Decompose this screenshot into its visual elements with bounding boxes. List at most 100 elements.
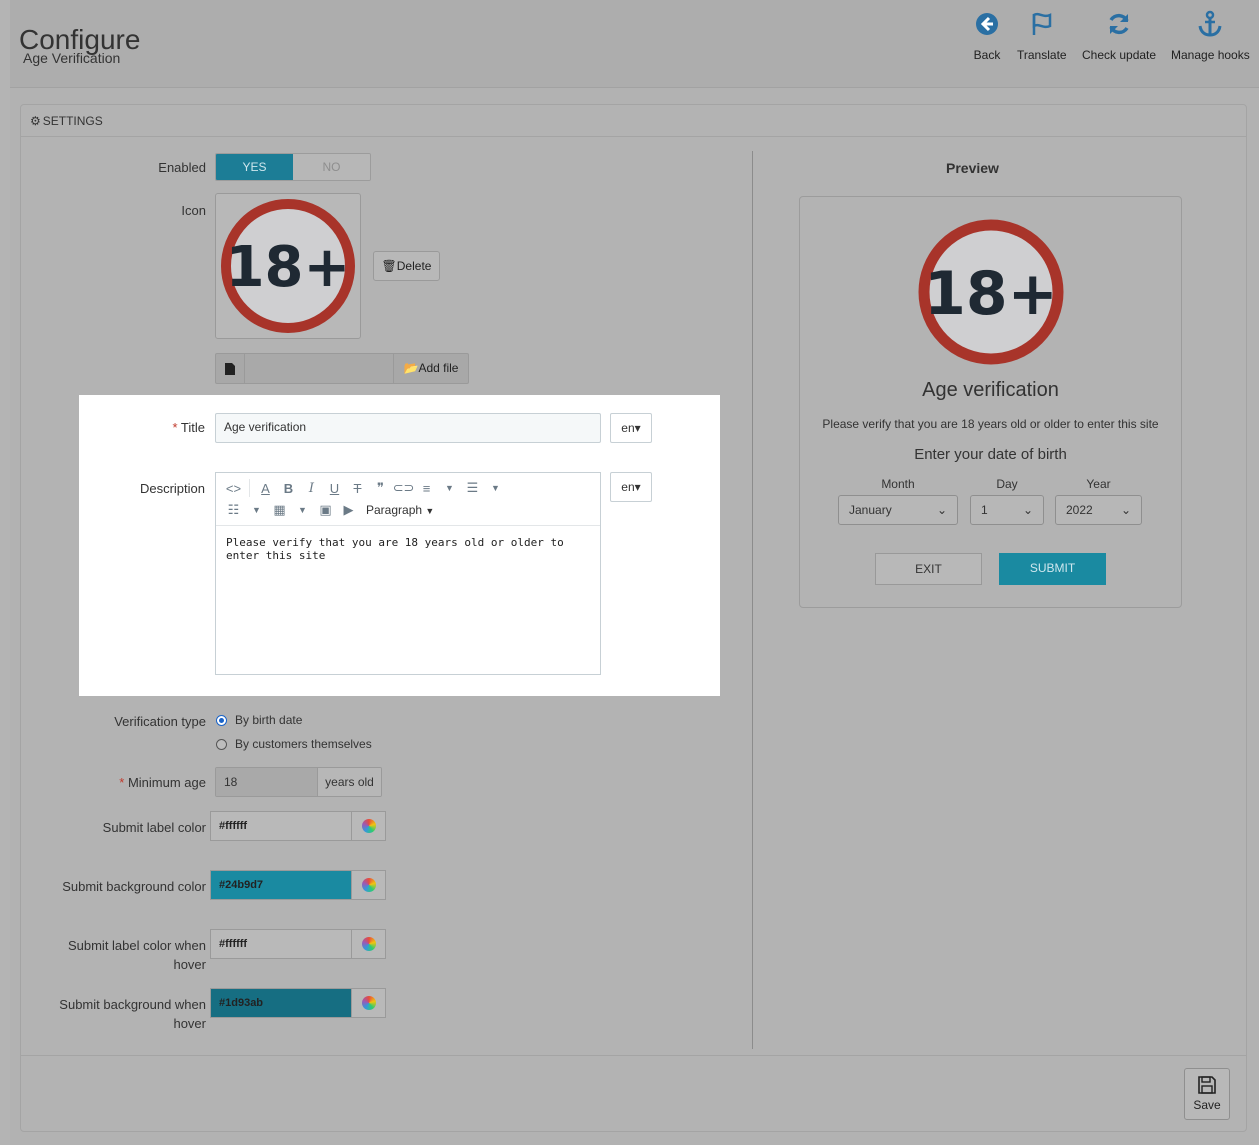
- preview-card: 18+ Age verification Please verify that …: [799, 196, 1182, 608]
- day-label: Day: [996, 477, 1018, 491]
- save-icon: [1198, 1076, 1216, 1094]
- minimum-age-addon: years old: [317, 768, 381, 796]
- day-select[interactable]: 1 ⌄: [970, 495, 1044, 525]
- verification-option-customers[interactable]: By customers themselves: [216, 737, 372, 751]
- media-icon[interactable]: ▶: [337, 502, 360, 518]
- description-content[interactable]: Please verify that you are 18 years old …: [216, 526, 600, 572]
- numbered-list-icon[interactable]: ☷: [222, 502, 245, 518]
- code-view-icon[interactable]: <>: [222, 481, 245, 496]
- color-wheel-icon: [361, 819, 376, 833]
- translate-button[interactable]: Translate: [1017, 10, 1067, 62]
- format-select[interactable]: Paragraph ▼: [366, 503, 434, 517]
- icon-preview: 18+: [215, 193, 361, 339]
- title-input[interactable]: Age verification: [215, 413, 601, 443]
- verification-option-birth-date[interactable]: By birth date: [216, 713, 302, 727]
- manage-hooks-button[interactable]: Manage hooks: [1171, 10, 1250, 62]
- italic-icon[interactable]: I: [300, 481, 323, 496]
- month-value: January: [849, 503, 892, 517]
- format-dropdown-icon: ▼: [425, 506, 435, 516]
- file-icon: [216, 354, 245, 383]
- month-label: Month: [881, 477, 915, 491]
- page-subtitle: Age Verification: [23, 50, 121, 66]
- back-button[interactable]: Back: [973, 10, 1001, 62]
- year-label: Year: [1086, 477, 1111, 491]
- minimum-age-label: * Minimum age: [119, 775, 206, 790]
- link-icon[interactable]: ⊂⊃: [392, 480, 415, 496]
- enabled-no-option[interactable]: NO: [293, 154, 370, 180]
- preview-age-badge-icon: 18+: [918, 219, 1064, 365]
- year-select[interactable]: 2022 ⌄: [1055, 495, 1142, 525]
- submit-bg-hover-input: #1d93ab: [210, 988, 386, 1018]
- bold-icon[interactable]: B: [277, 481, 300, 496]
- month-select[interactable]: January ⌄: [838, 495, 958, 525]
- delete-icon-button[interactable]: 🗑Delete: [373, 251, 440, 281]
- add-file-button[interactable]: 📂Add file: [394, 354, 468, 383]
- submit-label-color-label: Submit label color: [102, 820, 206, 835]
- age-18-badge-icon: 18+: [221, 199, 355, 333]
- back-icon: [976, 13, 998, 35]
- anchor-icon: [1198, 10, 1222, 37]
- description-label: Description: [139, 481, 205, 496]
- manage-hooks-label: Manage hooks: [1171, 48, 1250, 62]
- submit-label-hover-field[interactable]: #ffffff: [211, 930, 351, 958]
- preview-badge-text: 18+: [924, 259, 1058, 329]
- chevron-down-icon: ⌄: [936, 503, 947, 517]
- submit-bg-color-field[interactable]: #24b9d7: [211, 871, 351, 899]
- color-picker-button[interactable]: [351, 812, 385, 840]
- submit-label-hover-label: Submit label color when hover: [67, 938, 206, 972]
- minimum-age-input[interactable]: 18: [216, 768, 317, 796]
- cogs-icon: ⚙: [30, 114, 41, 128]
- description-editor[interactable]: <> A B I U T ❞ ⊂⊃ ≡ ▼ ☰ ▼ ☷ ▼ ▦ ▼ ▣ ▶ Pa…: [215, 472, 601, 675]
- add-file-label: Add file: [418, 361, 459, 375]
- submit-label-color-input: #ffffff: [210, 811, 386, 841]
- table-icon[interactable]: ▦: [268, 502, 291, 518]
- icon-label: Icon: [181, 203, 206, 218]
- title-label: * Title: [172, 420, 205, 435]
- color-picker-button[interactable]: [351, 871, 385, 899]
- text-color-icon[interactable]: A: [254, 481, 277, 496]
- verification-type-label: Verification type: [114, 714, 206, 729]
- required-marker: *: [172, 420, 181, 435]
- color-picker-button[interactable]: [351, 930, 385, 958]
- enabled-toggle[interactable]: YES NO: [215, 153, 371, 181]
- editor-toolbar: <> A B I U T ❞ ⊂⊃ ≡ ▼ ☰ ▼ ☷ ▼ ▦ ▼ ▣ ▶ Pa…: [216, 473, 600, 526]
- preview-title: Preview: [946, 160, 999, 176]
- chevron-down-icon: ⌄: [1022, 503, 1033, 517]
- image-icon[interactable]: ▣: [314, 502, 337, 518]
- list-dropdown-icon[interactable]: ▼: [484, 483, 507, 493]
- bullet-list-icon[interactable]: ☰: [461, 480, 484, 496]
- color-picker-button[interactable]: [351, 989, 385, 1017]
- delete-label: Delete: [396, 259, 432, 273]
- title-lang-button[interactable]: en▾: [610, 413, 652, 443]
- align-dropdown-icon[interactable]: ▼: [438, 483, 461, 493]
- column-divider: [752, 151, 753, 1049]
- exit-button[interactable]: EXIT: [875, 553, 982, 585]
- submit-button[interactable]: SUBMIT: [999, 553, 1106, 585]
- color-wheel-icon: [361, 937, 376, 951]
- file-name-field[interactable]: [245, 354, 394, 383]
- year-value: 2022: [1066, 503, 1093, 517]
- badge-text: 18+: [226, 235, 351, 300]
- enabled-yes-option[interactable]: YES: [216, 154, 293, 180]
- required-marker: *: [119, 775, 128, 790]
- check-update-button[interactable]: Check update: [1082, 10, 1156, 62]
- quote-icon[interactable]: ❞: [369, 480, 392, 496]
- underline-icon[interactable]: U: [323, 481, 346, 496]
- submit-bg-hover-field[interactable]: #1d93ab: [211, 989, 351, 1017]
- panel-footer: Save: [21, 1055, 1246, 1131]
- preview-heading: Age verification: [922, 379, 1059, 401]
- numbered-list-dropdown-icon[interactable]: ▼: [245, 505, 268, 515]
- strikethrough-icon[interactable]: T: [346, 481, 369, 496]
- back-label: Back: [973, 48, 1001, 62]
- submit-label-color-field[interactable]: #ffffff: [211, 812, 351, 840]
- radio-checked-icon[interactable]: [216, 714, 227, 726]
- translate-label: Translate: [1017, 48, 1067, 62]
- description-lang-button[interactable]: en▾: [610, 472, 652, 502]
- align-left-icon[interactable]: ≡: [415, 481, 438, 496]
- icon-file-input[interactable]: 📂Add file: [215, 353, 469, 384]
- radio-unchecked-icon[interactable]: [216, 738, 227, 750]
- enabled-label: Enabled: [158, 160, 206, 175]
- chevron-down-icon: ⌄: [1120, 503, 1131, 517]
- table-dropdown-icon[interactable]: ▼: [291, 505, 314, 515]
- save-button[interactable]: Save: [1184, 1068, 1230, 1120]
